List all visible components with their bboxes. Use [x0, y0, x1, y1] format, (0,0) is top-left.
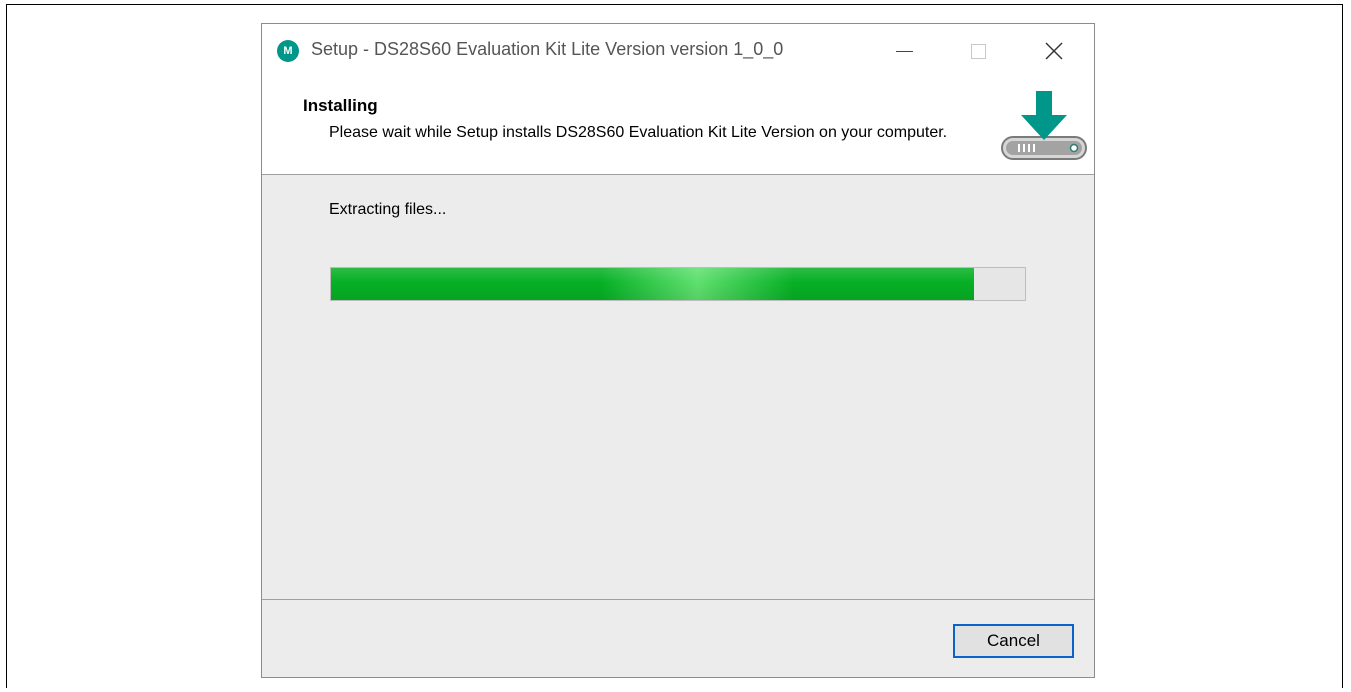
- cancel-button-label: Cancel: [987, 631, 1040, 650]
- window-title: Setup - DS28S60 Evaluation Kit Lite Vers…: [311, 39, 784, 59]
- page-title: Installing: [303, 96, 378, 115]
- status-text: Extracting files...: [329, 201, 447, 218]
- title-bar[interactable]: M Setup - DS28S60 Evaluation Kit Lite Ve…: [262, 24, 1094, 78]
- minimize-button[interactable]: [889, 36, 919, 66]
- maximize-icon: [970, 43, 986, 59]
- maximize-button: [963, 36, 993, 66]
- progress-bar-fill: [331, 268, 975, 300]
- page-description: Please wait while Setup installs DS28S60…: [329, 124, 948, 141]
- cancel-button[interactable]: Cancel: [953, 624, 1074, 658]
- close-icon: [1045, 42, 1063, 60]
- progress-bar: [330, 267, 1026, 301]
- minimize-icon: [895, 50, 913, 52]
- setup-window: M Setup - DS28S60 Evaluation Kit Lite Ve…: [261, 23, 1095, 678]
- app-logo-icon: M: [277, 40, 299, 62]
- install-header: Installing Please wait while Setup insta…: [262, 78, 1094, 175]
- install-content: Extracting files...: [262, 175, 1094, 599]
- close-button[interactable]: [1039, 36, 1069, 66]
- footer-bar: Cancel: [262, 599, 1094, 677]
- download-to-disk-icon: [1001, 91, 1087, 160]
